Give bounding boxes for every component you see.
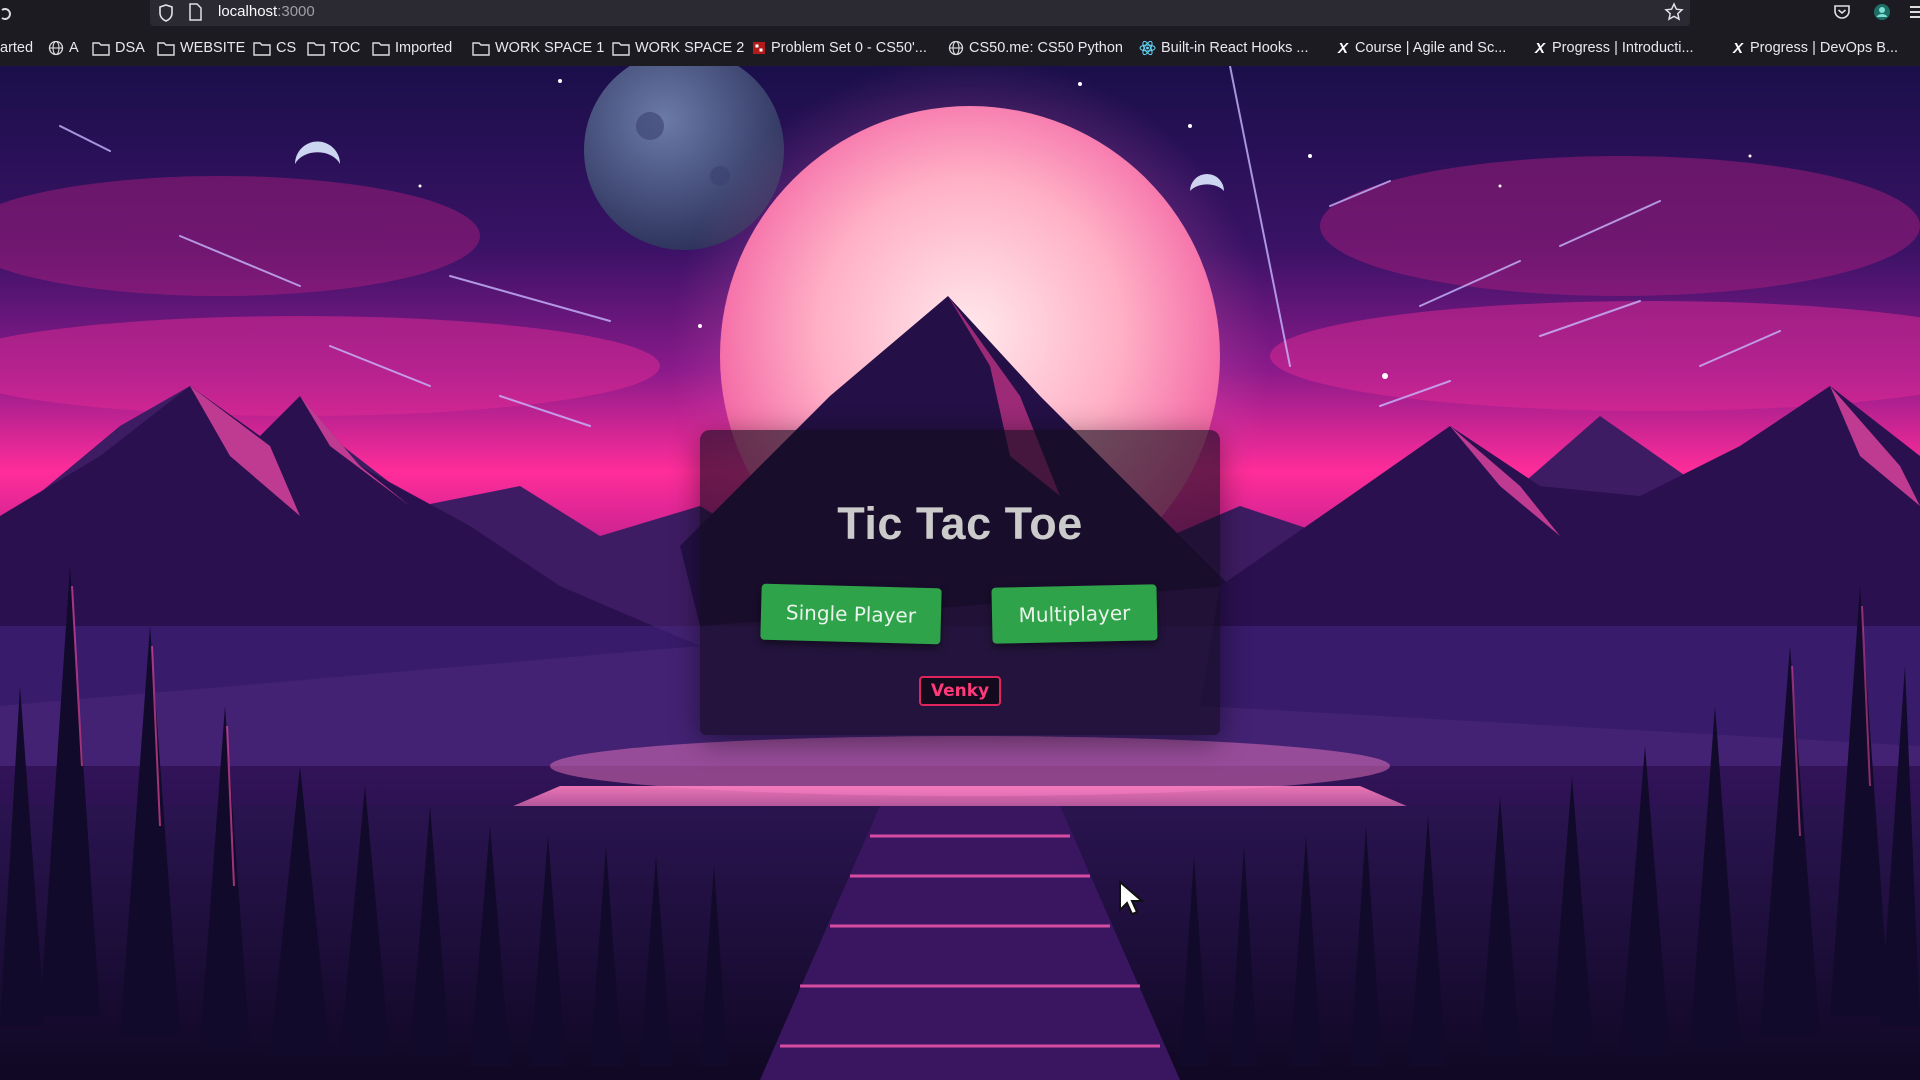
bookmark-label: arted (0, 40, 34, 56)
bookmark-label: WEBSITE (180, 40, 246, 56)
x-icon: X (1733, 39, 1744, 57)
bookmark-label: A (69, 40, 79, 56)
bookmark-label: DSA (115, 40, 145, 56)
url-host: localhost (218, 3, 278, 20)
single-player-button[interactable]: Single Player (760, 583, 942, 645)
bookmark-label: WORK SPACE 2 (635, 40, 745, 56)
bookmark-progress-intro[interactable]: X Progress | Introducti... (1535, 38, 1694, 58)
cs50-icon (753, 42, 765, 54)
bookmark-label: CS (276, 40, 297, 56)
bookmark-folder-work-space-1[interactable]: WORK SPACE 1 (472, 38, 604, 58)
game-menu-card: Tic Tac Toe Single Player Multiplayer Ve… (700, 430, 1220, 735)
bookmark-label: WORK SPACE 1 (495, 40, 605, 56)
globe-icon (48, 40, 64, 56)
folder-icon (307, 41, 325, 56)
username-badge[interactable]: Venky (919, 676, 1001, 706)
x-icon: X (1535, 39, 1546, 57)
bookmark-problem-set-0[interactable]: Problem Set 0 - CS50'... (752, 38, 927, 58)
react-icon (1139, 40, 1156, 56)
account-icon[interactable] (1872, 2, 1892, 22)
url-port: :3000 (277, 3, 315, 20)
folder-icon (612, 41, 630, 56)
menu-icon[interactable] (1908, 2, 1920, 22)
url-bar[interactable] (150, 0, 1690, 26)
folder-icon (157, 41, 175, 56)
bookmark-folder-toc[interactable]: TOC (307, 38, 360, 58)
bookmark-label: TOC (330, 40, 361, 56)
bookmark-star-icon[interactable] (1664, 2, 1684, 22)
bookmark-label: Imported (395, 40, 453, 56)
bookmark-label: Built-in React Hooks ... (1161, 40, 1309, 56)
folder-icon (253, 41, 271, 56)
bookmark-folder-cs[interactable]: CS (253, 38, 296, 58)
page-icon (188, 3, 202, 21)
bookmark-label: Progress | DevOps B... (1750, 40, 1899, 56)
bookmark-label: Progress | Introducti... (1552, 40, 1694, 56)
bookmark-label: Course | Agile and Sc... (1355, 40, 1507, 56)
bookmark-folder-imported[interactable]: Imported (372, 38, 452, 58)
bookmark-a[interactable]: A (48, 38, 79, 58)
bookmark-progress-devops[interactable]: X Progress | DevOps B... (1733, 38, 1898, 58)
mouse-pointer-icon (1118, 879, 1146, 916)
bookmark-course-agile[interactable]: X Course | Agile and Sc... (1338, 38, 1506, 58)
bookmark-cs50-python[interactable]: CS50.me: CS50 Python (948, 38, 1123, 58)
bookmarks-bar: arted A DSA WEBSITE CS TOC Imported WORK… (0, 30, 1920, 66)
url-text[interactable]: localhost:3000 (218, 3, 315, 21)
folder-icon (92, 41, 110, 56)
shield-icon[interactable] (158, 3, 174, 23)
bookmark-folder-dsa[interactable]: DSA (92, 38, 145, 58)
browser-toolbar: localhost:3000 (0, 0, 1920, 30)
bookmark-folder-work-space-2[interactable]: WORK SPACE 2 (612, 38, 744, 58)
bookmark-label: CS50.me: CS50 Python (969, 40, 1123, 56)
pocket-icon[interactable] (1832, 2, 1852, 22)
bookmark-label: Problem Set 0 - CS50'... (771, 40, 927, 56)
globe-icon (948, 40, 964, 56)
bookmark-react-hooks[interactable]: Built-in React Hooks ... (1139, 38, 1308, 58)
game-title: Tic Tac Toe (837, 498, 1083, 549)
bookmark-getting-started[interactable]: arted (0, 38, 33, 58)
reload-icon[interactable] (0, 4, 12, 24)
bookmark-folder-website[interactable]: WEBSITE (157, 38, 245, 58)
folder-icon (372, 41, 390, 56)
folder-icon (472, 41, 490, 56)
multiplayer-button[interactable]: Multiplayer (991, 584, 1158, 644)
x-icon: X (1338, 39, 1349, 57)
